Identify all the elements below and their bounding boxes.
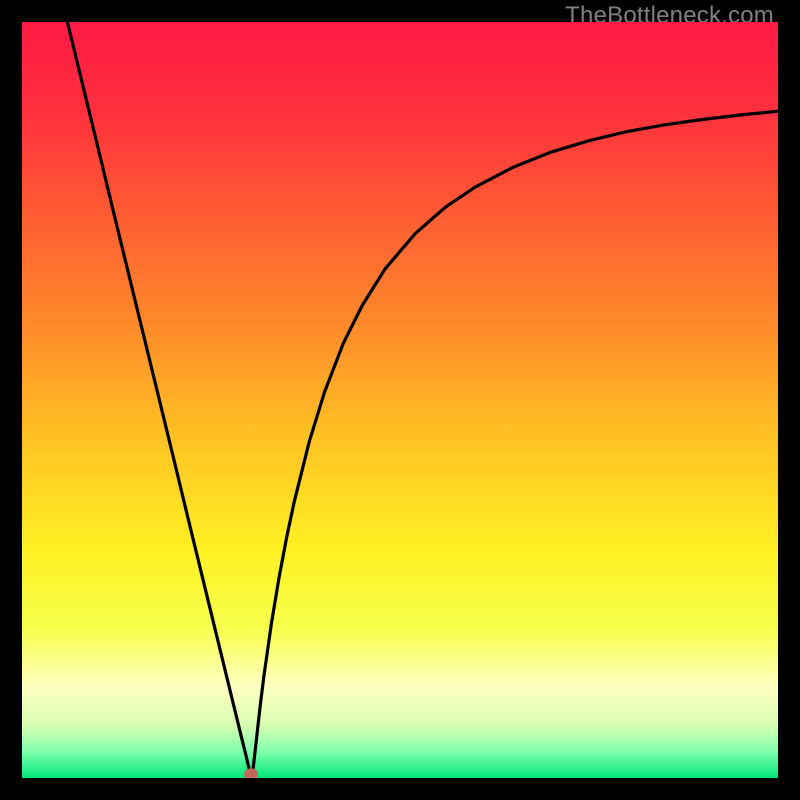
bottleneck-chart (22, 22, 778, 778)
chart-frame (22, 22, 778, 778)
gradient-background (22, 22, 778, 778)
